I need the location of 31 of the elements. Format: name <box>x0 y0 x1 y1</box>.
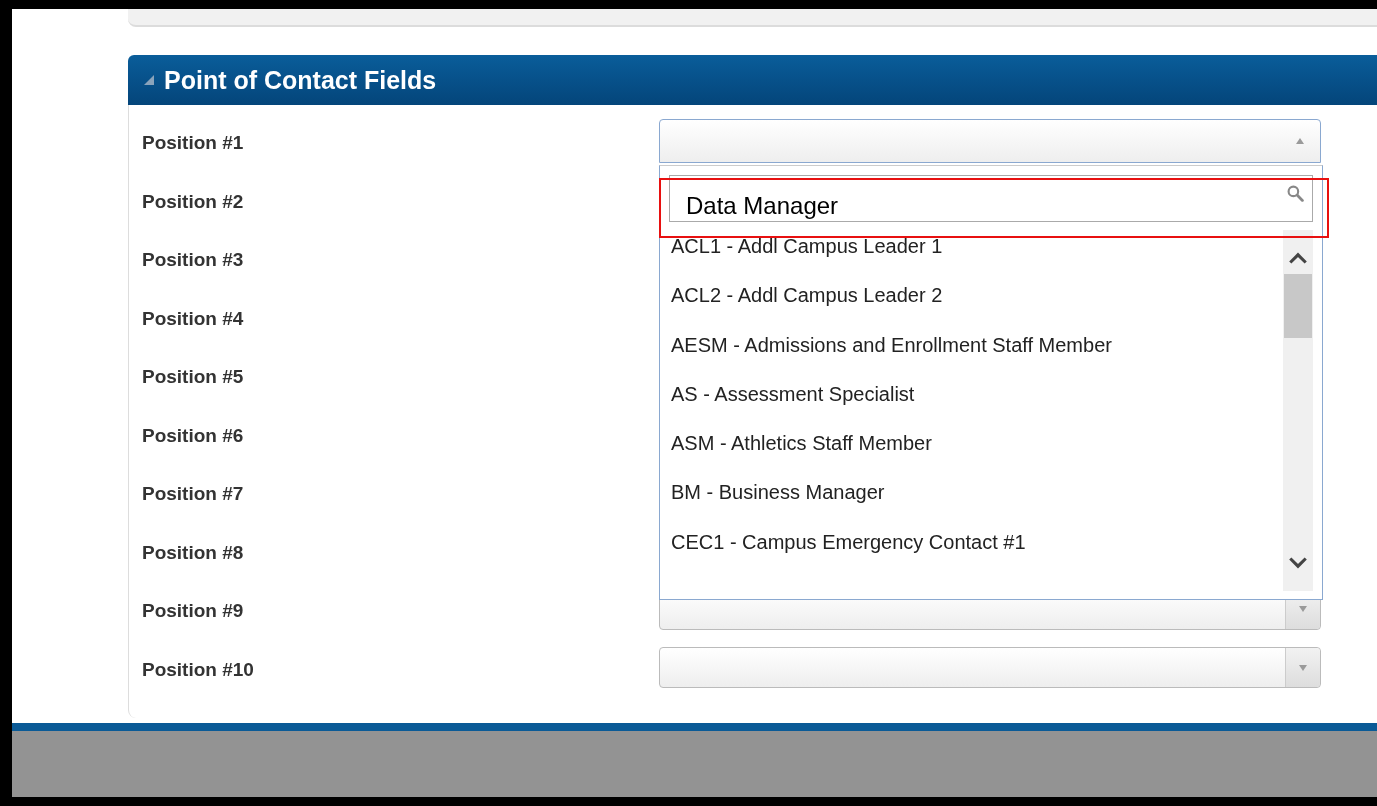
scroll-up-icon[interactable] <box>1289 252 1307 264</box>
field-label: Position #7 <box>141 483 245 506</box>
option-item[interactable]: BM - Business Manager <box>669 474 1283 524</box>
option-item[interactable]: CEC1 - Campus Emergency Contact #1 <box>669 523 1283 574</box>
caret-down-icon <box>1299 664 1307 671</box>
option-item[interactable]: ACL1 - Addl Campus Leader 1 <box>669 228 1283 278</box>
field-label: Position #9 <box>141 600 245 623</box>
field-label: Position #8 <box>141 541 245 564</box>
option-item[interactable]: AS - Assessment Specialist <box>669 375 1283 426</box>
field-label: Position #1 <box>141 132 245 155</box>
field-label: Position #6 <box>141 424 245 447</box>
caret-up-icon <box>1296 138 1304 145</box>
select-field[interactable] <box>659 119 1321 164</box>
field-label: Position #10 <box>141 658 255 681</box>
search-field[interactable]: Data Manager <box>669 175 1313 222</box>
field-label: Position #3 <box>141 249 245 272</box>
field-label: Position #5 <box>141 366 245 389</box>
scrollbar[interactable] <box>1283 230 1313 591</box>
field-label: Position #4 <box>141 307 245 330</box>
option-item[interactable]: ASM - Athletics Staff Member <box>669 425 1283 475</box>
option-item[interactable]: ACL2 - Addl Campus Leader 2 <box>669 277 1283 327</box>
dropdown-button[interactable] <box>1285 648 1320 688</box>
panel-title: Point of Contact Fields <box>164 65 437 95</box>
search-icon <box>1287 185 1304 202</box>
scroll-down-icon[interactable] <box>1289 557 1307 569</box>
field-label: Position #2 <box>141 190 245 213</box>
panel-header[interactable]: Point of Contact Fields <box>128 55 1377 105</box>
select-field[interactable] <box>659 647 1321 689</box>
scroll-thumb[interactable] <box>1284 274 1312 338</box>
caret-down-icon <box>1299 606 1307 613</box>
option-item[interactable]: AESM - Admissions and Enrollment Staff Member <box>669 326 1283 376</box>
